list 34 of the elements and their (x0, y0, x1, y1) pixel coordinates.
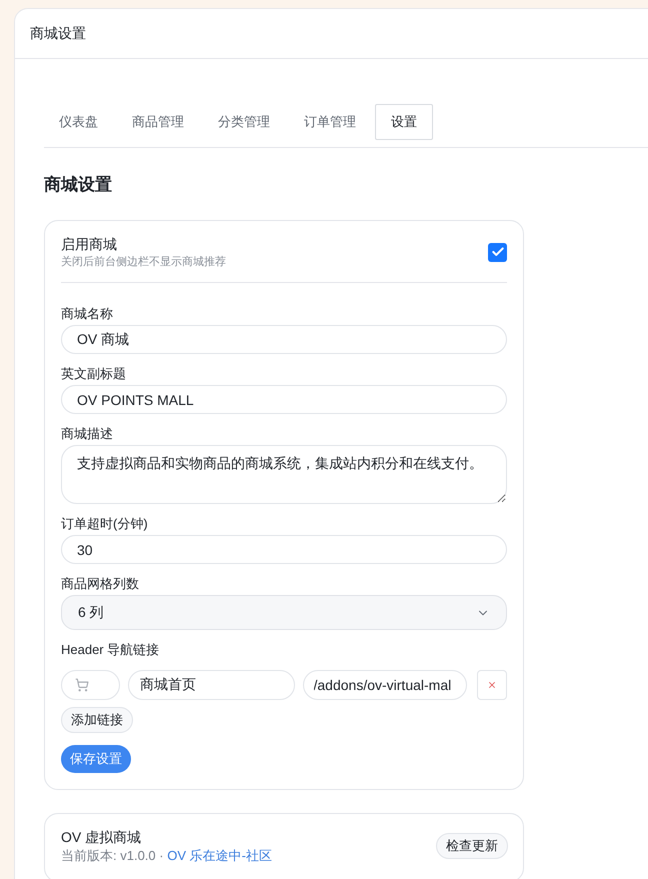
icon-field[interactable] (61, 670, 120, 700)
field-label: Header 导航链接 (61, 641, 160, 659)
textarea-field[interactable]: 支持虚拟商品和实物商品的商城系统，集成站内积分和在线支付。 (61, 445, 507, 504)
panel-title: 商城设置 (30, 24, 86, 43)
tab[interactable]: 分类管理 (203, 104, 285, 140)
app-name: OV 虚拟商城 (61, 828, 142, 847)
cart-icon (75, 678, 89, 692)
tab[interactable]: 商品管理 (117, 104, 199, 140)
text-input[interactable]: OV POINTS MALL (61, 385, 507, 414)
url-input[interactable]: /addons/ov-virtual-mal (302, 670, 467, 700)
check-icon (490, 245, 504, 259)
text-input[interactable]: 30 (61, 535, 507, 564)
enable-description: 关闭后前台侧边栏不显示商城推荐 (61, 254, 226, 270)
tab[interactable]: 仪表盘 (44, 104, 113, 140)
field-label: 商城名称 (61, 305, 114, 323)
field-label: 商品网格列数 (61, 575, 140, 593)
add-link-button[interactable]: 添加链接 (61, 707, 133, 733)
field-label: 英文副标题 (61, 365, 127, 383)
check-update-button[interactable]: 检查更新 (436, 833, 508, 859)
select-field[interactable]: 6 列 (61, 595, 507, 630)
field-label: 商城描述 (61, 425, 114, 443)
version-text: 当前版本: v1.0.0 · OV 乐在途中-社区 (61, 847, 272, 865)
tab[interactable]: 订单管理 (289, 104, 371, 140)
section-heading: 商城设置 (44, 175, 113, 195)
text-input[interactable]: OV 商城 (61, 325, 507, 354)
tab[interactable]: 设置 (375, 104, 433, 140)
checkbox[interactable] (488, 242, 507, 262)
text-input[interactable]: 商城首页 (128, 670, 294, 700)
save-button[interactable]: 保存设置 (61, 745, 131, 773)
community-link[interactable]: OV 乐在途中-社区 (167, 848, 272, 863)
close-icon (487, 680, 497, 690)
field-label: 订单超时(分钟) (61, 515, 149, 533)
delete-button[interactable] (477, 670, 507, 700)
enable-label: 启用商城 (61, 235, 118, 254)
